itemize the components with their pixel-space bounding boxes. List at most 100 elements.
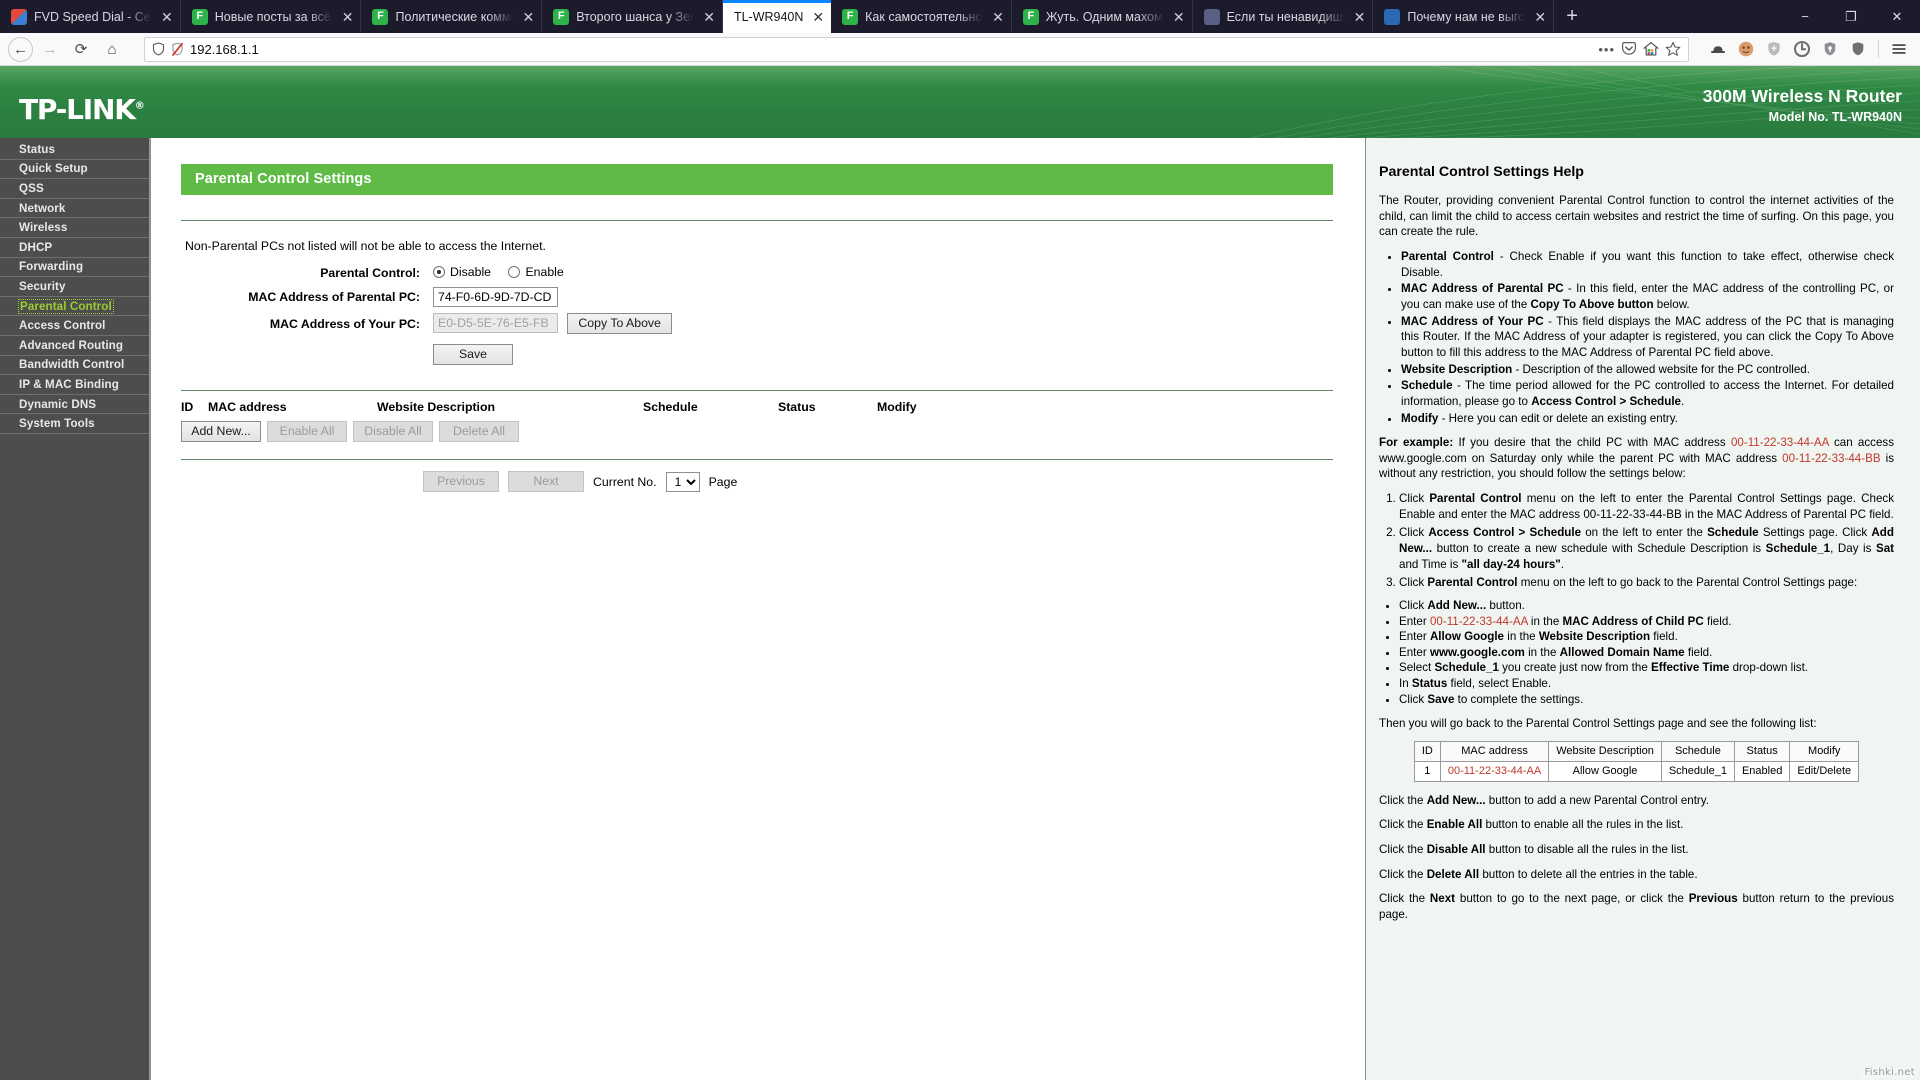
sidebar-item-label: Network — [19, 201, 66, 215]
radio-disable-label[interactable]: Disable — [450, 265, 491, 279]
tab-close-icon[interactable]: ✕ — [1354, 10, 1366, 24]
shield-grey-icon[interactable] — [1761, 36, 1787, 62]
help-table-header-cell: ID — [1413, 741, 1441, 762]
browser-tab-3[interactable]: F Второго шанса у Зелен ✕ — [542, 0, 723, 33]
bookmark-star-icon[interactable] — [1665, 41, 1681, 57]
sidebar-item-advanced-routing[interactable]: Advanced Routing — [0, 336, 149, 356]
browser-tab-2[interactable]: F Политические коммен ✕ — [361, 0, 543, 33]
minimize-button[interactable]: − — [1782, 0, 1828, 33]
sidebar-item-access-control[interactable]: Access Control — [0, 316, 149, 336]
tplink-logo: TP-LINK® — [19, 93, 145, 126]
tab-close-icon[interactable]: ✕ — [342, 10, 354, 24]
help-table-cell: Allow Google — [1548, 760, 1662, 782]
home-button[interactable]: ⌂ — [98, 36, 126, 62]
shield-small-icon[interactable] — [1817, 36, 1843, 62]
sidebar-item-parental-control[interactable]: Parental Control — [0, 297, 149, 317]
tab-close-icon[interactable]: ✕ — [161, 10, 173, 24]
help-panel: Parental Control Settings Help The Route… — [1366, 138, 1920, 1080]
sidebar-item-network[interactable]: Network — [0, 199, 149, 219]
ublock-icon[interactable] — [1845, 36, 1871, 62]
sidebar-item-forwarding[interactable]: Forwarding — [0, 258, 149, 278]
tracking-protection-off-icon[interactable] — [171, 42, 184, 57]
radio-enable-label[interactable]: Enable — [525, 265, 563, 279]
back-button[interactable]: ← — [8, 36, 33, 62]
browser-tab-1[interactable]: F Новые посты за всё вре ✕ — [181, 0, 362, 33]
tab-close-icon[interactable]: ✕ — [1173, 10, 1185, 24]
avatar-icon[interactable] — [1733, 36, 1759, 62]
tab-close-icon[interactable]: ✕ — [812, 10, 824, 24]
save-button[interactable]: Save — [433, 344, 513, 365]
tab-close-icon[interactable]: ✕ — [992, 10, 1004, 24]
sidebar-item-security[interactable]: Security — [0, 277, 149, 297]
mac-parental-input[interactable] — [433, 287, 558, 307]
router-model-info: 300M Wireless N Router Model No. TL-WR94… — [1703, 86, 1902, 124]
help-steps-list: Click Parental Control menu on the left … — [1379, 491, 1894, 591]
adblock-icon[interactable] — [1789, 36, 1815, 62]
sidebar-item-dynamic-dns[interactable]: Dynamic DNS — [0, 395, 149, 415]
sidebar-item-quick-setup[interactable]: Quick Setup — [0, 160, 149, 180]
page-actions-icon[interactable]: ••• — [1598, 42, 1615, 57]
help-footer-note: Click the Enable All button to enable al… — [1379, 818, 1684, 832]
forward-button[interactable]: → — [36, 36, 64, 62]
page-number-select[interactable]: 1 — [665, 471, 700, 492]
sidebar-item-wireless[interactable]: Wireless — [0, 218, 149, 238]
registered-mark: ® — [134, 100, 145, 112]
f-icon: F — [553, 8, 570, 25]
col-header-status: Status — [778, 400, 816, 414]
new-tab-button[interactable]: + — [1554, 0, 1590, 33]
sidebar-item-dhcp[interactable]: DHCP — [0, 238, 149, 258]
copy-to-above-button[interactable]: Copy To Above — [567, 313, 672, 334]
radio-disable-group[interactable]: Disable — [433, 265, 491, 279]
sidebar-item-qss[interactable]: QSS — [0, 179, 149, 199]
next-page-button: Next — [508, 471, 584, 492]
help-bullet-list: Parental Control - Check Enable if you w… — [1379, 249, 1894, 426]
f-icon: F — [372, 8, 389, 25]
radio-enable[interactable] — [508, 266, 521, 278]
toolbar-divider — [1878, 40, 1879, 58]
current-no-label: Current No. — [593, 474, 657, 489]
url-bar[interactable]: 192.168.1.1 ••• — [144, 36, 1689, 62]
sidebar-item-status[interactable]: Status — [0, 140, 149, 160]
help-title: Parental Control Settings Help — [1379, 164, 1584, 180]
f-icon: F — [191, 8, 208, 25]
mac-your-label: MAC Address of Your PC: — [269, 316, 420, 331]
browser-tab-8[interactable]: Почему нам не выгоде ✕ — [1373, 0, 1555, 33]
tab-close-icon[interactable]: ✕ — [522, 10, 534, 24]
sidebar-item-system-tools[interactable]: System Tools — [0, 414, 149, 434]
browser-tab-4[interactable]: TL-WR940N ✕ — [722, 0, 832, 33]
browser-tab-6[interactable]: F Жуть. Одним махом – с ✕ — [1012, 0, 1193, 33]
tab-title: FVD Speed Dial - Сервис — [34, 9, 152, 24]
maximize-button[interactable]: ❐ — [1828, 0, 1874, 33]
site-info-shield-icon[interactable] — [152, 42, 165, 56]
browser-tab-0[interactable]: FVD Speed Dial - Сервис ✕ — [0, 0, 181, 33]
help-example-mac-child: 00-11-22-33-44-AA — [1730, 436, 1829, 450]
sidebar-item-ip-mac-binding[interactable]: IP & MAC Binding — [0, 375, 149, 395]
help-table-header-cell: Modify — [1789, 741, 1860, 762]
parental-control-form: Parental Control: Disable Enable MAC Add… — [181, 262, 1333, 368]
mac-parental-label: MAC Address of Parental PC: — [248, 290, 420, 304]
radio-disable[interactable] — [433, 266, 445, 278]
browser-tab-7[interactable]: Если ты ненавидишь — ✕ — [1193, 0, 1374, 33]
radio-enable-group[interactable]: Enable — [508, 265, 564, 279]
tab-title: TL-WR940N — [733, 9, 804, 24]
previous-page-button: Previous — [423, 471, 499, 492]
url-text[interactable]: 192.168.1.1 — [190, 42, 259, 57]
col-header-modify: Modify — [877, 400, 917, 414]
browser-tab-5[interactable]: F Как самостоятельно на ✕ — [831, 0, 1012, 33]
pocket-icon[interactable] — [1621, 41, 1637, 57]
mac-your-input — [433, 313, 558, 334]
home-colored-icon[interactable] — [1643, 41, 1659, 57]
add-new-button[interactable]: Add New... — [181, 421, 261, 442]
sidebar-item-bandwidth-control[interactable]: Bandwidth Control — [0, 356, 149, 376]
sidebar-item-label: Wireless — [19, 221, 68, 235]
page-title: Parental Control Settings — [181, 164, 1333, 195]
tab-close-icon[interactable]: ✕ — [703, 10, 715, 24]
reload-button[interactable]: ⟳ — [67, 36, 95, 62]
hat-icon[interactable] — [1705, 36, 1731, 62]
close-window-button[interactable]: ✕ — [1874, 0, 1920, 33]
tab-close-icon[interactable]: ✕ — [1534, 10, 1546, 24]
menu-icon[interactable] — [1886, 36, 1912, 62]
col-header-mac: MAC address — [208, 400, 287, 414]
save-row-spacer — [181, 337, 433, 368]
help-table-data-row: 1 00-11-22-33-44-AA Allow Google Schedule_1… — [1413, 760, 1860, 782]
